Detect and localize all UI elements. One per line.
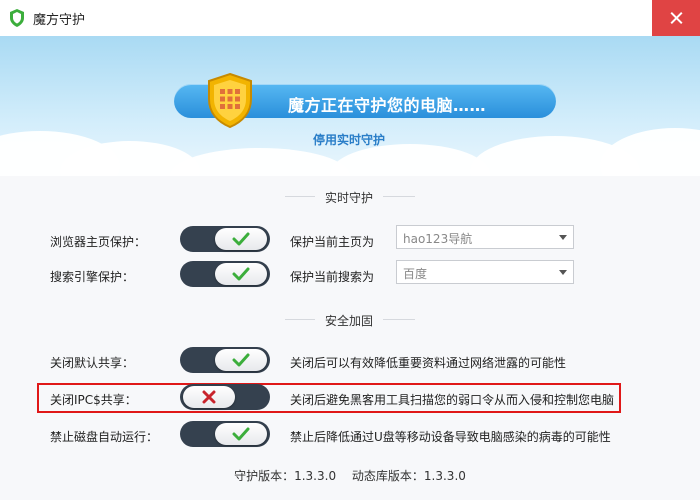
homepage-protect-toggle[interactable] — [180, 226, 270, 252]
check-icon — [232, 427, 250, 441]
check-icon — [232, 232, 250, 246]
shield-icon — [10, 9, 24, 27]
chevron-down-icon — [559, 235, 567, 240]
check-icon — [232, 353, 250, 367]
homepage-protect-desc: 保护当前主页为 — [290, 235, 375, 249]
ipc-share-desc: 关闭后避免黑客用工具扫描您的弱口令从而入侵和控制您电脑 — [290, 393, 615, 407]
homepage-select-value: hao123导航 — [403, 232, 473, 246]
search-select[interactable]: 百度 — [396, 260, 574, 284]
version-footer: 守护版本：1.3.3.0 动态库版本：1.3.3.0 — [0, 467, 700, 484]
search-protect-toggle[interactable] — [180, 261, 270, 287]
default-share-desc: 关闭后可以有效降低重要资料通过网络泄露的可能性 — [290, 356, 567, 370]
stop-realtime-link[interactable]: 停用实时守护 — [313, 131, 385, 148]
search-select-value: 百度 — [403, 267, 428, 281]
autorun-desc: 禁止后降低通过U盘等移动设备导致电脑感染的病毒的可能性 — [290, 430, 611, 444]
title-bar: 魔方守护 — [0, 0, 700, 36]
shield-grid-icon — [208, 72, 252, 128]
ipc-share-toggle[interactable] — [180, 384, 270, 410]
status-banner: 魔方正在守护您的电脑…… 停用实时守护 — [0, 36, 700, 176]
ipc-share-label: 关闭IPC$共享： — [50, 393, 137, 407]
search-protect-desc: 保护当前搜索为 — [290, 270, 375, 284]
default-share-label: 关闭默认共享： — [50, 356, 135, 370]
chevron-down-icon — [559, 270, 567, 275]
check-icon — [232, 267, 250, 281]
default-share-toggle[interactable] — [180, 347, 270, 373]
db-version: 动态库版本：1.3.3.0 — [351, 469, 466, 483]
search-protect-label: 搜索引擎保护： — [50, 270, 135, 284]
status-text: 魔方正在守护您的电脑…… — [288, 96, 487, 115]
section-title-realtime: 实时守护 — [315, 189, 384, 206]
cross-icon — [202, 390, 216, 404]
autorun-label: 禁止磁盘自动运行： — [50, 430, 159, 444]
section-title-security: 安全加固 — [315, 312, 384, 329]
close-button[interactable] — [652, 0, 700, 36]
window-title: 魔方守护 — [33, 13, 86, 28]
homepage-protect-label: 浏览器主页保护： — [50, 235, 147, 249]
autorun-toggle[interactable] — [180, 421, 270, 447]
guard-version: 守护版本：1.3.3.0 — [234, 469, 337, 483]
homepage-select[interactable]: hao123导航 — [396, 225, 574, 249]
